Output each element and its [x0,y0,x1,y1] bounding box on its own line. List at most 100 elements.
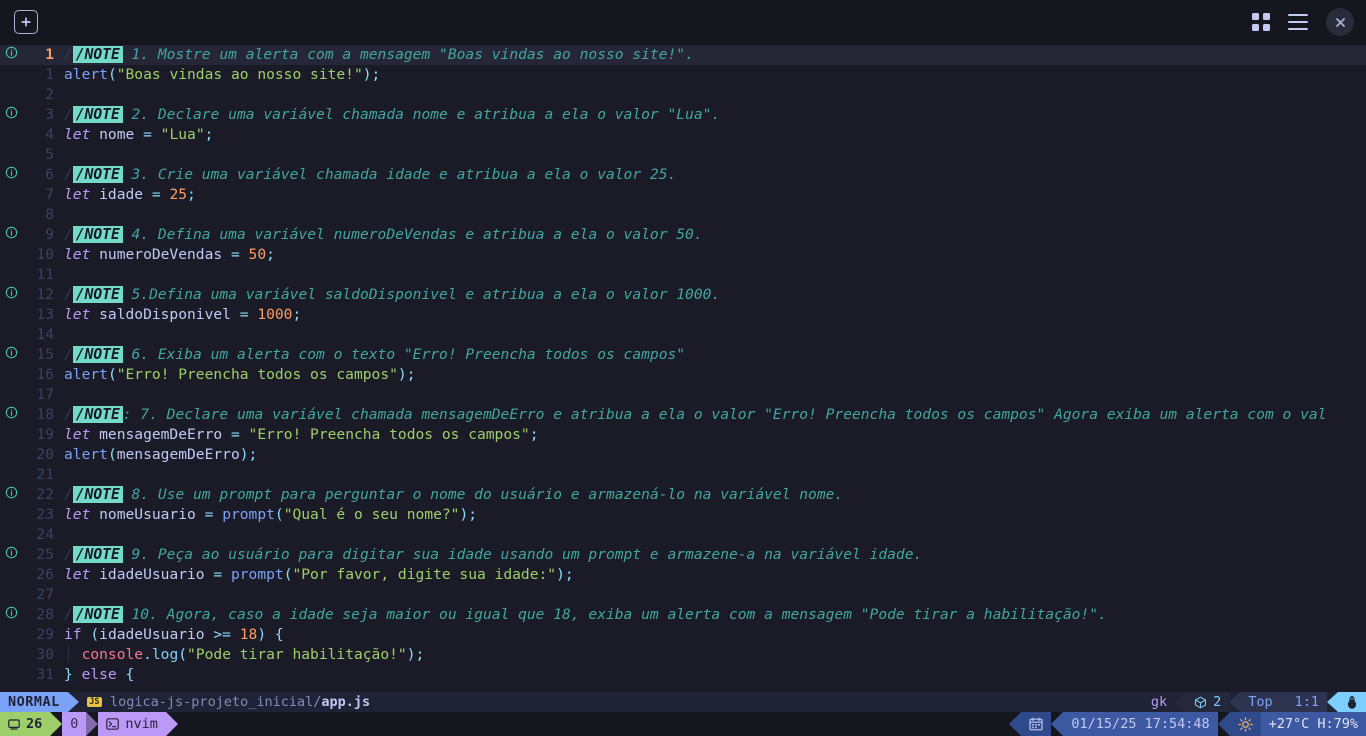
code-token: 8. Use um prompt para perguntar o nome d… [122,486,844,503]
code-line[interactable]: 20 alert(mensagemDeErro); [0,445,1366,465]
desktop-taskbar: 26 0 nvim 01/15/25 17:54:48 +27°C H:79% [0,712,1366,736]
line-number: 26 [36,566,54,583]
code-line-text: //NOTE 5.Defina uma variável saldoDispon… [54,285,1366,305]
taskbar-datetime[interactable]: 01/15/25 17:54:48 [1063,712,1218,736]
code-line[interactable]: 6//NOTE 3. Crie uma variável chamada ida… [0,165,1366,185]
statusline-container: NORMAL JS logica-js-projeto_inicial/app.… [0,692,1366,736]
code-line-text: let nome = "Lua"; [54,125,1366,145]
lines-arrow-separator [50,712,63,736]
statusline-spacer [378,692,1143,712]
code-line[interactable]: 1 alert("Boas vindas ao nosso site!"); [0,65,1366,85]
code-line[interactable]: 29 if (idadeUsuario >= 18) { [0,625,1366,645]
status-mode[interactable]: NORMAL [0,692,68,712]
code-editor-buffer[interactable]: 1//NOTE 1. Mostre um alerta com a mensag… [0,45,1366,736]
git-arrow-separator [1175,692,1187,712]
code-line[interactable]: 3//NOTE 2. Declare uma variável chamada … [0,105,1366,125]
code-line[interactable]: 27 [0,585,1366,605]
code-line[interactable]: 14 [0,325,1366,345]
code-token: /NOTE [72,346,123,363]
code-token: : 7. Declare uma variável chamada mensag… [122,406,1327,423]
line-number: 28 [36,606,54,623]
code-line-text: //NOTE 9. Peça ao usuário para digitar s… [54,545,1366,565]
code-line[interactable]: 23 let nomeUsuario = prompt("Qual é o seu… [0,505,1366,525]
code-token: / [64,606,73,623]
code-token: /NOTE [72,286,123,303]
code-token: / [64,546,73,563]
taskbar-weather[interactable]: +27°C H:79% [1260,712,1366,736]
code-token: let [64,246,91,263]
code-line[interactable]: 5 [0,145,1366,165]
code-token: } [64,666,82,683]
info-sign-icon [0,405,22,425]
code-line[interactable]: 24 [0,525,1366,545]
plus-square-icon[interactable] [14,10,38,34]
line-number: 31 [36,666,54,683]
nvim-window: 1//NOTE 1. Mostre um alerta com a mensag… [0,0,1366,736]
code-line[interactable]: 30 │ console.log("Pode tirar habilitação!… [0,645,1366,665]
code-line[interactable]: 16 alert("Erro! Preencha todos os campos"… [0,365,1366,385]
status-git-branch[interactable]: 2 [1186,692,1230,712]
line-number: 6 [45,166,54,183]
code-token: /NOTE [72,486,123,503]
code-line[interactable]: 10 let numeroDeVendas = 50; [0,245,1366,265]
code-token: console [81,646,144,663]
code-line[interactable]: 1//NOTE 1. Mostre um alerta com a mensag… [0,45,1366,65]
code-line[interactable]: 21 [0,465,1366,485]
code-line[interactable]: 17 [0,385,1366,405]
code-line[interactable]: 9//NOTE 4. Defina uma variável numeroDeV… [0,225,1366,245]
taskbar-process[interactable]: nvim [98,712,166,736]
code-line[interactable]: 25//NOTE 9. Peça ao usuário para digitar… [0,545,1366,565]
status-filename[interactable]: JS logica-js-projeto_inicial/app.js [78,692,379,712]
code-token: alert [64,446,108,463]
status-cursor-position: 1:1 [1280,692,1327,712]
code-line[interactable]: 13 let saldoDisponivel = 1000; [0,305,1366,325]
status-scroll-position: Top [1240,692,1281,712]
code-line[interactable]: 12//NOTE 5.Defina uma variável saldoDisp… [0,285,1366,305]
code-token: = [230,246,240,263]
code-token: ( [107,446,117,463]
code-token: "Lua" [160,126,205,143]
line-number: 5 [45,146,54,163]
code-line[interactable]: 4 let nome = "Lua"; [0,125,1366,145]
code-line[interactable]: 7 let idade = 25; [0,185,1366,205]
code-line-text: } else { [54,665,1366,685]
code-line[interactable]: 8 [0,205,1366,225]
os-arrow-separator [1327,692,1338,712]
taskbar-workspace-badge[interactable]: 0 [62,712,87,736]
code-token: / [64,226,73,243]
taskbar-process-name: nvim [125,716,158,732]
close-x-icon[interactable] [1326,8,1354,36]
code-line[interactable]: 2 [0,85,1366,105]
code-line[interactable]: 31} else { [0,665,1366,685]
code-line[interactable]: 28//NOTE 10. Agora, caso a idade seja ma… [0,605,1366,625]
code-token: │ [64,646,82,663]
taskbar-lines-value: 26 [26,716,43,732]
code-line[interactable]: 26 let idadeUsuario = prompt("Por favor, … [0,565,1366,585]
code-token: "Erro! Preencha todos os campos" [116,366,398,383]
code-token: 1000 [257,306,293,323]
sun-icon [1229,712,1261,736]
code-token: >= [213,626,231,643]
code-token: = [239,306,249,323]
code-token: saldoDisponivel [90,306,240,323]
date-arrow-separator [1051,712,1064,736]
sun-arrow-separator [1217,712,1230,736]
code-line[interactable]: 15//NOTE 6. Exiba um alerta com o texto … [0,345,1366,365]
code-token: 2. Declare uma variável chamada nome e a… [122,106,721,123]
info-sign-icon [0,285,22,305]
code-token: { [116,666,135,683]
code-line[interactable]: 18//NOTE: 7. Declare uma variável chamad… [0,405,1366,425]
code-token: /NOTE [72,166,123,183]
code-token: nome [90,126,144,143]
buffer-icon [8,718,20,730]
grid-view-icon[interactable] [1252,13,1270,31]
code-token: idadeUsuario [99,626,214,643]
code-line[interactable]: 19 let mensagemDeErro = "Erro! Preencha t… [0,425,1366,445]
code-line[interactable]: 22//NOTE 8. Use um prompt para perguntar… [0,485,1366,505]
code-line[interactable]: 11 [0,265,1366,285]
taskbar-buffer-count[interactable]: 26 [0,712,51,736]
hamburger-menu-icon[interactable] [1288,14,1308,30]
code-token: /NOTE [72,606,123,623]
